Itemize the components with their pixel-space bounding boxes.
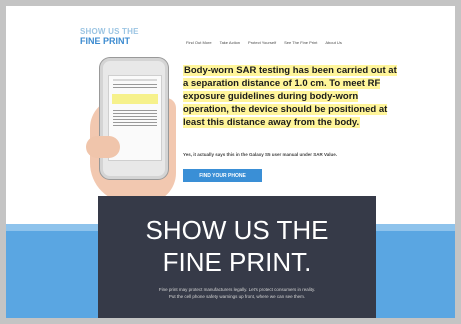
- nav-item-about-us[interactable]: About Us: [325, 40, 341, 45]
- panel-title: SHOW US THE FINE PRINT.: [98, 214, 376, 278]
- logo-line-2: FINE PRINT: [80, 36, 131, 46]
- phone-illustration: [100, 58, 168, 179]
- nav-item-see-fine-print[interactable]: See The Fine Print: [284, 40, 317, 45]
- headline-highlight-1: Body-worn SAR testing has been carried o…: [183, 65, 397, 128]
- hero-headline: Body-worn SAR testing has been carried o…: [183, 64, 403, 129]
- thumb-shape: [86, 136, 120, 158]
- panel-body-line-2: Put the cell phone safety warnings up fr…: [168, 294, 306, 299]
- photo-frame: SHOW US THE FINE PRINT Find Out More Tak…: [0, 0, 461, 324]
- logo-line-1: SHOW US THE: [80, 27, 139, 36]
- find-your-phone-button[interactable]: FIND YOUR PHONE: [183, 169, 262, 182]
- webpage-screen: SHOW US THE FINE PRINT Find Out More Tak…: [6, 6, 455, 318]
- nav-item-find-out-more[interactable]: Find Out More: [186, 40, 212, 45]
- panel-body-line-1: Fine print may protect manufacturers leg…: [158, 287, 316, 292]
- nav-item-protect-yourself[interactable]: Protect Yourself: [248, 40, 276, 45]
- headline-part-1: Body-worn SAR: [184, 65, 257, 76]
- panel-title-line-1: SHOW US THE: [145, 215, 329, 245]
- hero-subtext: Yes, it actually says this in the Galaxy…: [183, 152, 338, 157]
- panel-title-line-2: FINE PRINT.: [162, 247, 312, 277]
- nav-item-take-action[interactable]: Take Action: [220, 40, 240, 45]
- main-nav: Find Out More Take Action Protect Yourse…: [186, 40, 342, 45]
- fine-print-panel: SHOW US THE FINE PRINT. Fine print may p…: [98, 196, 376, 318]
- hand-holding-phone-image: [86, 58, 180, 203]
- panel-body: Fine print may protect manufacturers leg…: [98, 286, 376, 300]
- site-logo[interactable]: SHOW US THE FINE PRINT: [80, 27, 139, 46]
